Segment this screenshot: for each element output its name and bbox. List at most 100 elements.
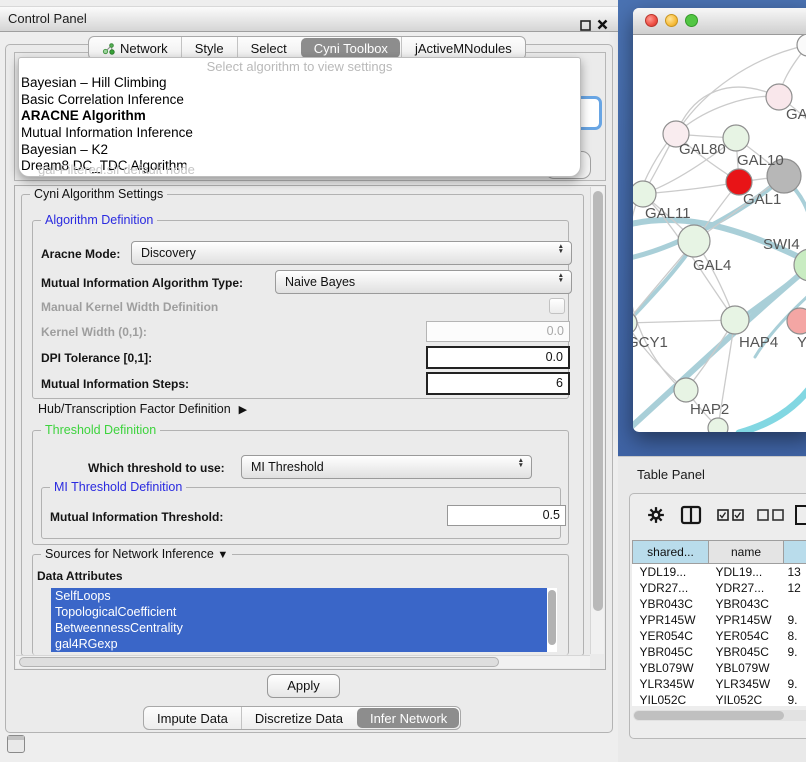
mi-algorithm-type-select[interactable]: Naive Bayes ▲▼ (275, 270, 572, 294)
network-node[interactable] (721, 306, 749, 334)
tab-style[interactable]: Style (181, 37, 237, 59)
table-row[interactable]: YBR045CYBR045C9. (633, 644, 806, 660)
network-node[interactable] (674, 378, 698, 402)
select-all-icon[interactable] (717, 509, 745, 521)
expand-arrow-icon[interactable]: ▶ (239, 404, 247, 416)
which-threshold-select[interactable]: MI Threshold ▲▼ (241, 455, 532, 479)
table-row[interactable]: YIL052CYIL052C9. (633, 692, 806, 706)
list-scrollbar[interactable] (547, 588, 557, 652)
tab-label: Cyni Toolbox (314, 41, 388, 56)
close-traffic-light-icon[interactable] (645, 14, 658, 27)
apply-button[interactable]: Apply (267, 674, 340, 698)
table-scrollbar-thumb[interactable] (634, 711, 784, 720)
tab-label: Network (120, 41, 168, 56)
network-window-titlebar[interactable] (633, 8, 806, 35)
network-edge[interactable] (676, 87, 779, 134)
settings-hscrollbar-thumb[interactable] (19, 657, 499, 667)
network-node[interactable] (678, 225, 710, 257)
settings-horizontal-scrollbar[interactable] (16, 655, 590, 668)
table-row[interactable]: YER054CYER054C8. (633, 628, 806, 644)
table-cell: 9. (784, 644, 806, 660)
tab-infer-network[interactable]: Infer Network (357, 708, 459, 728)
table-cell: YDL19... (709, 564, 784, 581)
table-row[interactable]: YDR27...YDR27...12 (633, 580, 806, 596)
network-node[interactable] (633, 181, 656, 207)
data-attribute-option[interactable]: gal4RGexp (51, 636, 551, 652)
column-header[interactable]: shared... (633, 541, 709, 564)
node-label: GCY1 (633, 334, 668, 351)
table-row[interactable]: YPR145WYPR145W9. (633, 612, 806, 628)
cyni-algorithm-settings-group: Cyni Algorithm Settings Algorithm Defini… (21, 194, 584, 656)
mi-steps-input[interactable]: 6 (426, 372, 570, 395)
algorithm-option[interactable]: Bayesian – Hill Climbing (19, 75, 580, 92)
mi-threshold-input[interactable]: 0.5 (447, 505, 566, 526)
tab-discretize-data[interactable]: Discretize Data (241, 707, 356, 729)
list-scrollbar-thumb[interactable] (548, 590, 556, 645)
gear-icon[interactable] (647, 506, 665, 524)
algorithm-option[interactable]: ARACNE Algorithm (19, 108, 580, 125)
network-icon (102, 42, 115, 55)
algorithm-option[interactable]: Bayesian – K2 (19, 142, 580, 159)
minimize-traffic-light-icon[interactable] (665, 14, 678, 27)
tab-label: Style (195, 41, 224, 56)
kernel-width-label: Kernel Width (0,1): (41, 325, 147, 339)
table-row[interactable]: YBL079WYBL079W (633, 660, 806, 676)
aracne-mode-select[interactable]: Discovery ▲▼ (131, 241, 572, 265)
tab-network[interactable]: Network (89, 37, 181, 59)
table-horizontal-scrollbar[interactable] (633, 710, 806, 721)
mi-type-value: Naive Bayes (285, 275, 355, 289)
collapse-arrow-icon[interactable]: ▼ (217, 549, 228, 561)
dpi-tolerance-input[interactable]: 0.0 (426, 346, 570, 369)
network-node[interactable] (723, 125, 749, 151)
network-edge[interactable] (633, 320, 735, 323)
table-row[interactable]: YBR043CYBR043C (633, 596, 806, 612)
column-header[interactable] (784, 541, 806, 564)
data-attribute-option[interactable]: SelfLoops (51, 588, 551, 604)
column-header[interactable]: name (709, 541, 784, 564)
table-cell: 9. (784, 692, 806, 706)
split-columns-icon[interactable] (680, 505, 702, 525)
algorithm-option[interactable]: Basic Correlation Inference (19, 92, 580, 109)
table-cell: 9. (784, 676, 806, 692)
algorithm-option[interactable]: Mutual Information Inference (19, 125, 580, 142)
spinner-arrows-icon: ▲▼ (558, 245, 564, 254)
table-cell: YPR145W (709, 612, 784, 628)
table-row[interactable]: YDL19...YDL19...13 (633, 564, 806, 581)
group-title: Sources for Network Inference ▼ (41, 547, 232, 561)
node-label: HAP2 (690, 401, 729, 418)
close-icon[interactable] (597, 19, 608, 30)
deselect-all-icon[interactable] (757, 509, 785, 521)
network-canvas[interactable]: GALGAL80GAL10GAL1GAL11SWI4GAL4GCY1HAP4YH… (633, 35, 806, 432)
table-cell: YER054C (709, 628, 784, 644)
tab-label: Select (251, 41, 287, 56)
tab-impute-data[interactable]: Impute Data (144, 707, 241, 729)
table-cell: YDR27... (709, 580, 784, 596)
tab-cyni-toolbox[interactable]: Cyni Toolbox (301, 38, 400, 58)
kernel-width-input: 0.0 (426, 321, 570, 342)
table-cell: YBR045C (633, 644, 709, 660)
group-title: Algorithm Definition (41, 213, 157, 227)
network-node[interactable] (708, 418, 728, 432)
network-edge[interactable] (739, 381, 806, 432)
settings-scrollbar-thumb[interactable] (593, 191, 603, 611)
tab-jactivemnodules[interactable]: jActiveMNodules (401, 37, 525, 59)
manual-kernel-label: Manual Kernel Width Definition (41, 300, 218, 314)
document-icon[interactable] (794, 504, 806, 526)
float-icon[interactable] (580, 20, 591, 31)
zoom-traffic-light-icon[interactable] (685, 14, 698, 27)
network-node[interactable] (797, 35, 806, 56)
data-attributes-list: SelfLoopsTopologicalCoefficientBetweenne… (51, 588, 557, 652)
algorithm-option-list: Bayesian – Hill ClimbingBasic Correlatio… (19, 75, 580, 175)
data-attribute-option[interactable]: BetweennessCentrality (51, 620, 551, 636)
minimized-panel-icon[interactable] (7, 735, 25, 753)
data-attribute-option[interactable]: TopologicalCoefficient (51, 604, 551, 620)
hub-definition-expander[interactable]: Hub/Transcription Factor Definition▶ (38, 402, 247, 416)
table-cell: YDR27... (633, 580, 709, 596)
table-cell: YBR043C (633, 596, 709, 612)
which-threshold-value: MI Threshold (251, 460, 324, 474)
node-label: GAL10 (737, 152, 784, 169)
table-row[interactable]: YLR345WYLR345W9. (633, 676, 806, 692)
threshold-definition-group: Threshold Definition Which threshold to … (32, 430, 569, 545)
tab-select[interactable]: Select (237, 37, 300, 59)
settings-vertical-scrollbar[interactable] (590, 187, 604, 654)
